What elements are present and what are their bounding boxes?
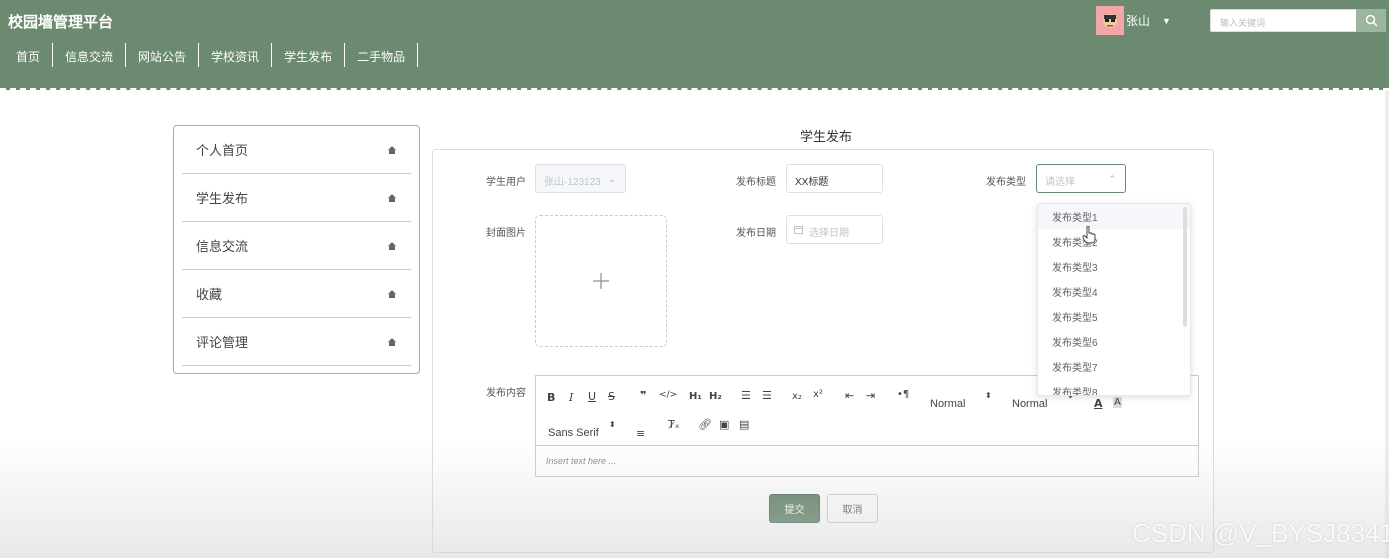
nav-item-school-news[interactable]: 学校资讯 [199, 43, 273, 67]
size-select[interactable]: Normal [1012, 398, 1047, 410]
background-color-icon[interactable]: A [1113, 397, 1122, 408]
nav-item-home[interactable]: 首页 [0, 43, 54, 67]
sidebar-item-comments[interactable]: 评论管理 [182, 318, 411, 366]
search-icon [1365, 14, 1378, 27]
sidebar-item-student-posts[interactable]: 学生发布 [182, 174, 411, 222]
plus-icon [593, 273, 609, 289]
student-user-select: 张山-123123 ⌄ [535, 164, 626, 193]
main-nav: 首页 信息交流 网站公告 学校资讯 学生发布 二手物品 [0, 43, 419, 67]
dropdown-option[interactable]: 发布类型4 [1038, 279, 1190, 304]
header-select[interactable]: Normal [930, 398, 965, 410]
hand-cursor-icon [1082, 226, 1096, 244]
strikethrough-icon[interactable]: S [608, 390, 615, 403]
home-icon [388, 289, 396, 298]
chevron-up-icon: ⌃ [1108, 174, 1116, 184]
select-arrows-icon[interactable]: ⬍ [985, 391, 992, 400]
calendar-icon [794, 226, 803, 234]
header1-icon[interactable]: H₁ [689, 391, 702, 402]
cover-label: 封面图片 [486, 228, 526, 239]
scrollbar[interactable] [1385, 90, 1389, 558]
home-icon [388, 241, 396, 250]
sidebar-item-label: 个人首页 [196, 143, 249, 158]
post-type-dropdown: 发布类型1 发布类型2 发布类型3 发布类型4 发布类型5 发布类型6 发布类型… [1037, 203, 1191, 396]
sidebar: 个人首页 学生发布 信息交流 收藏 评论管理 [173, 125, 420, 374]
dropdown-option[interactable]: 发布类型3 [1038, 254, 1190, 279]
ordered-list-icon[interactable]: ☰ [741, 389, 751, 402]
dropdown-option[interactable]: 发布类型1 [1038, 204, 1190, 229]
post-type-label: 发布类型 [986, 177, 1026, 188]
content-label: 发布内容 [486, 388, 526, 399]
sidebar-item-favorites[interactable]: 收藏 [182, 270, 411, 318]
post-title-input[interactable]: XX标题 [786, 164, 883, 193]
cancel-button[interactable]: 取消 [827, 494, 878, 523]
date-picker[interactable]: 选择日期 [786, 215, 883, 244]
home-icon [388, 193, 396, 202]
header2-icon[interactable]: H₂ [709, 391, 722, 402]
user-name[interactable]: 张山 [1126, 12, 1150, 29]
image-icon[interactable]: ▣ [719, 418, 729, 431]
link-icon[interactable]: 🔗︎ [698, 418, 712, 431]
watermark: CSDN @V_BYSJ8341 [1132, 518, 1389, 548]
dropdown-option[interactable]: 发布类型2 [1038, 229, 1190, 254]
clear-format-icon[interactable]: T̷ₓ [668, 418, 680, 431]
chevron-down-icon: ⌄ [608, 174, 616, 184]
date-label: 发布日期 [736, 228, 776, 239]
select-arrows-icon[interactable]: ⬍ [609, 420, 616, 429]
post-type-select[interactable]: 请选择 ⌃ [1036, 164, 1126, 193]
dropdown-option[interactable]: 发布类型5 [1038, 304, 1190, 329]
dropdown-option[interactable]: 发布类型6 [1038, 329, 1190, 354]
font-select[interactable]: Sans Serif [548, 427, 599, 439]
search-button[interactable] [1356, 9, 1386, 32]
editor-content[interactable]: Insert text here ... [546, 456, 616, 466]
post-type-placeholder: 请选择 [1045, 177, 1075, 188]
post-title-label: 发布标题 [736, 177, 776, 188]
underline-icon[interactable]: U [588, 390, 596, 403]
sidebar-item-label: 收藏 [196, 287, 223, 302]
dropdown-option[interactable]: 发布类型8 [1038, 379, 1190, 396]
nav-item-announcements[interactable]: 网站公告 [126, 43, 200, 67]
font-color-icon[interactable]: A [1094, 397, 1103, 410]
blockquote-icon[interactable]: ❞ [640, 389, 646, 402]
dropdown-option[interactable]: 发布类型7 [1038, 354, 1190, 379]
video-icon[interactable]: ▤ [739, 418, 749, 431]
indent-icon[interactable]: ⇥ [866, 389, 875, 402]
bullet-list-icon[interactable]: ☰ [762, 389, 772, 402]
nav-item-student-posts[interactable]: 学生发布 [272, 43, 346, 67]
user-menu[interactable]: 张山 ▼ [1096, 6, 1171, 35]
home-icon [388, 145, 396, 154]
subscript-icon[interactable]: x₂ [792, 391, 802, 402]
caret-down-icon[interactable]: ▼ [1162, 16, 1171, 26]
superscript-icon[interactable]: x² [813, 389, 823, 400]
submit-button[interactable]: 提交 [769, 494, 820, 523]
page-title: 学生发布 [800, 129, 853, 144]
student-user-value: 张山-123123 [544, 177, 601, 188]
bold-icon[interactable]: B [547, 391, 555, 404]
avatar-face-icon [1103, 13, 1117, 28]
dropdown-scrollbar[interactable] [1183, 207, 1187, 327]
site-title: 校园墙管理平台 [8, 14, 114, 31]
avatar[interactable] [1096, 6, 1124, 35]
sidebar-item-label: 信息交流 [196, 239, 249, 254]
nav-item-second-hand[interactable]: 二手物品 [345, 43, 419, 67]
search-input[interactable]: 输入关键词 [1210, 9, 1358, 32]
student-user-label: 学生用户 [486, 177, 526, 188]
sidebar-item-profile[interactable]: 个人首页 [182, 126, 411, 174]
home-icon [388, 337, 396, 346]
date-placeholder: 选择日期 [809, 228, 849, 239]
nav-item-messages[interactable]: 信息交流 [53, 43, 127, 67]
sidebar-item-label: 评论管理 [196, 335, 249, 350]
cover-upload[interactable] [535, 215, 667, 347]
sidebar-item-messages[interactable]: 信息交流 [182, 222, 411, 270]
sidebar-item-label: 学生发布 [196, 191, 249, 206]
top-header: 校园墙管理平台 张山 ▼ 输入关键词 首页 信息交流 网站公告 学校资讯 学生发… [0, 0, 1389, 90]
outdent-icon[interactable]: ⇤ [845, 389, 854, 402]
text-direction-icon[interactable]: •¶ [897, 389, 909, 400]
code-block-icon[interactable]: </> [659, 390, 677, 400]
italic-icon[interactable]: I [569, 391, 573, 404]
align-icon[interactable]: ≡ [636, 427, 645, 440]
